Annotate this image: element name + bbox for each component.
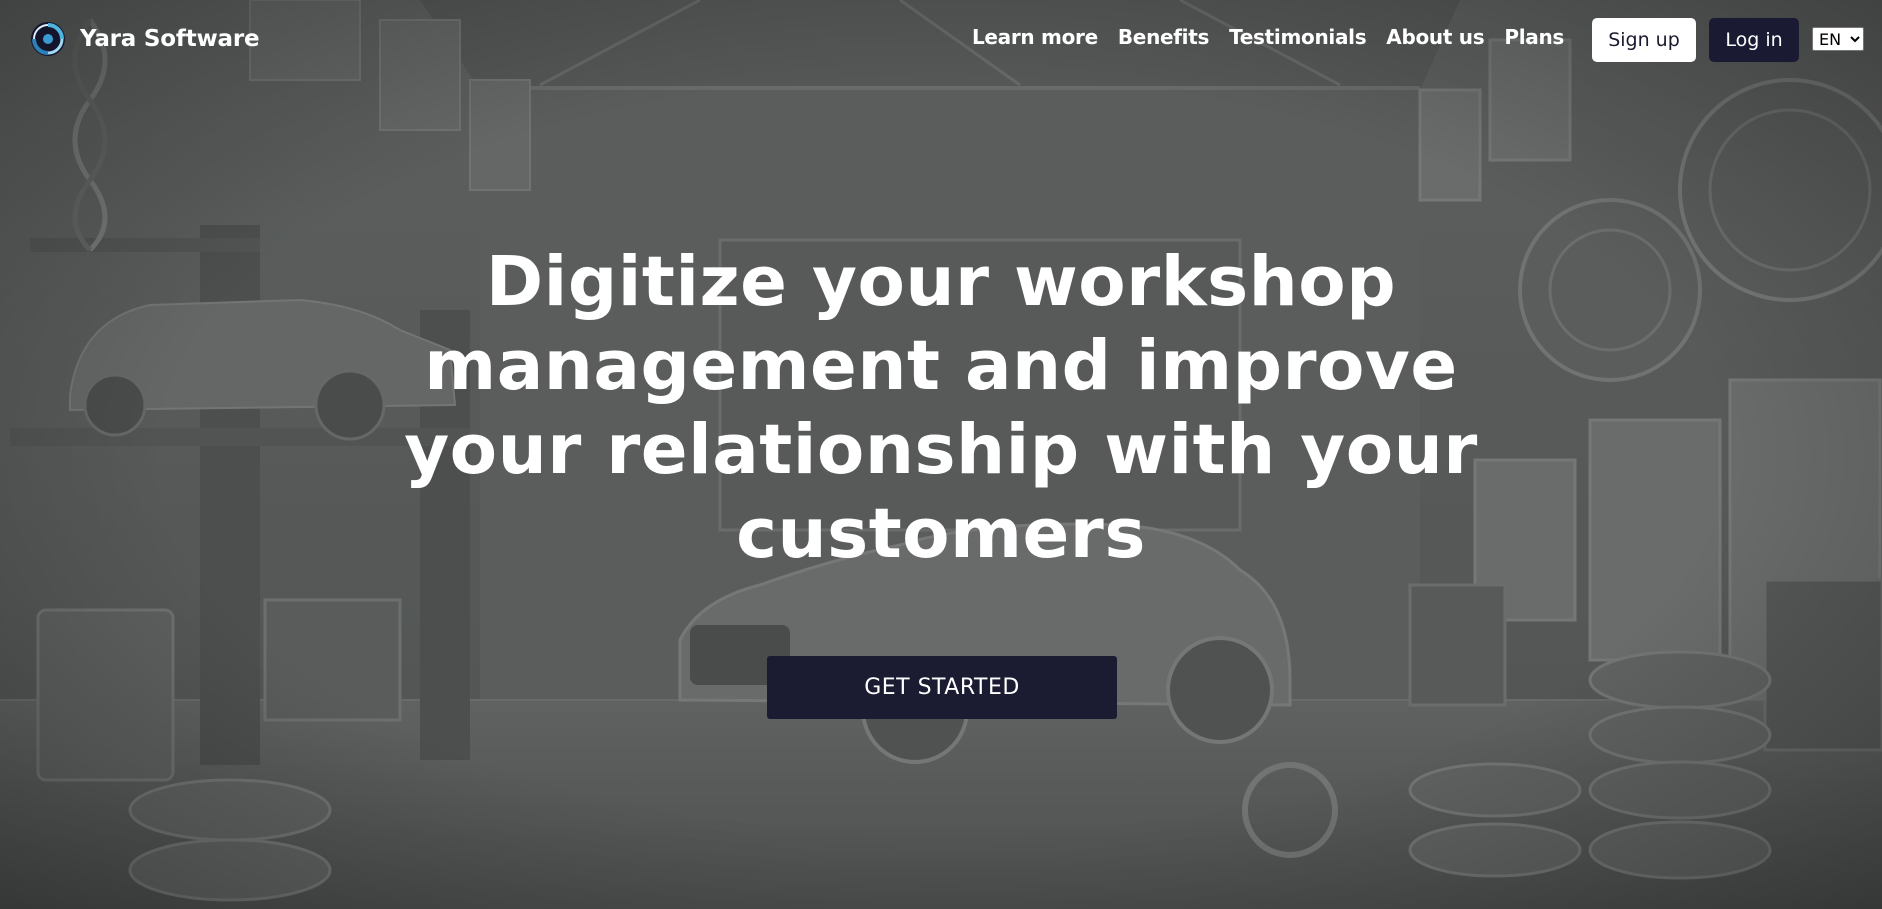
nav-link-testimonials[interactable]: Testimonials	[1219, 25, 1376, 49]
nav-link-plans[interactable]: Plans	[1494, 25, 1574, 49]
get-started-button[interactable]: GET STARTED	[767, 656, 1117, 719]
navbar: Yara Software Learn more Benefits Testim…	[0, 0, 1882, 80]
brand-name: Yara Software	[80, 26, 260, 52]
nav-link-learn-more[interactable]: Learn more	[962, 25, 1108, 49]
language-select[interactable]: EN	[1812, 27, 1864, 51]
main-nav: Learn more Benefits Testimonials About u…	[962, 25, 1574, 49]
brand-link[interactable]: Yara Software	[29, 19, 260, 59]
login-button[interactable]: Log in	[1709, 18, 1799, 62]
nav-link-about-us[interactable]: About us	[1376, 25, 1494, 49]
yara-swirl-logo-icon	[31, 22, 65, 56]
nav-link-benefits[interactable]: Benefits	[1108, 25, 1219, 49]
signup-button[interactable]: Sign up	[1592, 18, 1696, 62]
hero-title: Digitize your workshop management and im…	[404, 242, 1478, 574]
